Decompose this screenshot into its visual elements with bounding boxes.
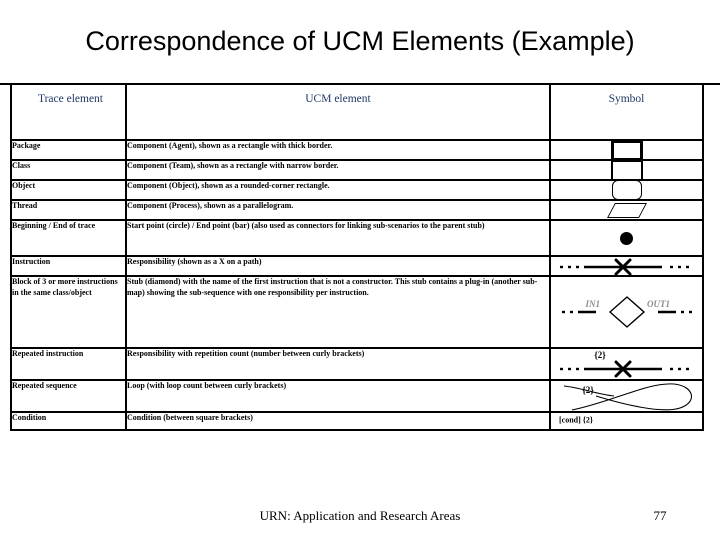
cell-ucm-element: Stub (diamond) with the name of the firs…: [125, 275, 551, 349]
table-header: Trace element UCM element Symbol: [10, 83, 704, 141]
cell-ucm-element: Component (Agent), shown as a rectangle …: [125, 139, 551, 161]
cell-symbol: IN1 OUT1: [549, 275, 704, 349]
cell-ucm-element: Loop (with loop count between curly brac…: [125, 379, 551, 413]
loop-count-label: {2}: [582, 385, 594, 395]
stub-diamond-svg: IN1 OUT1: [561, 296, 692, 328]
cell-ucm-element: Start point (circle) / End point (bar) (…: [125, 219, 551, 257]
table-row: Class Component (Team), shown as a recta…: [10, 159, 704, 181]
stub-out-label: OUT1: [647, 299, 670, 309]
table-row: Package Component (Agent), shown as a re…: [10, 139, 704, 161]
cell-trace-element: Block of 3 or more instructions in the s…: [10, 275, 127, 349]
correspondence-table: Trace element UCM element Symbol Package…: [10, 83, 704, 431]
column-header-symbol-label: Symbol: [608, 93, 645, 105]
column-header-ucm-element-label: UCM element: [305, 93, 371, 105]
cell-ucm-element: Component (Object), shown as a rounded-c…: [125, 179, 551, 201]
cell-symbol: [549, 219, 704, 257]
table-row: Repeated sequence Loop (with loop count …: [10, 379, 704, 413]
loop-curve-svg: {2}: [563, 383, 692, 411]
page-number: 77: [653, 508, 667, 523]
repetition-count-label: {2}: [594, 350, 606, 360]
column-header-symbol: Symbol: [549, 83, 704, 141]
cell-trace-element: Beginning / End of trace: [10, 219, 127, 257]
symbol-loop-icon: {2}: [551, 381, 702, 411]
cell-ucm-element: Responsibility with repetition count (nu…: [125, 347, 551, 381]
symbol-rect-thick-icon: [551, 139, 702, 161]
column-header-ucm-element: UCM element: [125, 83, 551, 141]
symbol-repeated-responsibility-icon: {2}: [551, 349, 702, 379]
table-row: Condition Condition (between square brac…: [10, 411, 704, 431]
cell-trace-element: Thread: [10, 199, 127, 221]
symbol-stub-diamond-icon: IN1 OUT1: [551, 277, 702, 347]
table-row: Object Component (Object), shown as a ro…: [10, 179, 704, 201]
symbol-parallelogram-icon: [551, 201, 702, 219]
symbol-start-point-icon: [551, 221, 702, 255]
cell-symbol: [549, 199, 704, 221]
stub-in-label: IN1: [584, 299, 600, 309]
cell-symbol: [549, 255, 704, 277]
symbol-responsibility-x-icon: [551, 257, 702, 276]
table-header-row: Trace element UCM element Symbol: [10, 83, 704, 141]
cell-symbol: [cond] {2}: [549, 411, 704, 431]
table-row: Instruction Responsibility (shown as a X…: [10, 255, 704, 277]
condition-symbol-label: [cond] {2}: [559, 415, 594, 425]
column-header-trace-element-label: Trace element: [37, 93, 104, 105]
cell-trace-element: Class: [10, 159, 127, 181]
cell-trace-element: Package: [10, 139, 127, 161]
cell-trace-element: Repeated instruction: [10, 347, 127, 381]
cell-trace-element: Repeated sequence: [10, 379, 127, 413]
cell-ucm-element: Component (Team), shown as a rectangle w…: [125, 159, 551, 181]
cell-trace-element: Object: [10, 179, 127, 201]
footer-label: URN: Application and Research Areas: [259, 508, 461, 523]
symbol-rounded-rect-icon: [551, 180, 702, 200]
cell-trace-element: Condition: [10, 411, 127, 431]
cell-symbol: [549, 179, 704, 201]
page-title: Correspondence of UCM Elements (Example): [85, 26, 635, 56]
table-row: Thread Component (Process), shown as a p…: [10, 199, 704, 221]
cell-ucm-element: Condition (between square brackets): [125, 411, 551, 431]
table-row: Beginning / End of trace Start point (ci…: [10, 219, 704, 257]
column-header-trace-element: Trace element: [10, 83, 127, 141]
cell-symbol: {2}: [549, 379, 704, 413]
symbol-rect-thin-icon: [551, 159, 702, 181]
cell-trace-element: Instruction: [10, 255, 127, 277]
cell-ucm-element: Responsibility (shown as a X on a path): [125, 255, 551, 277]
table-body: Package Component (Agent), shown as a re…: [10, 139, 704, 431]
cell-ucm-element: Component (Process), shown as a parallel…: [125, 199, 551, 221]
cell-symbol: [549, 159, 704, 181]
cell-symbol: [549, 139, 704, 161]
table-row: Block of 3 or more instructions in the s…: [10, 275, 704, 349]
